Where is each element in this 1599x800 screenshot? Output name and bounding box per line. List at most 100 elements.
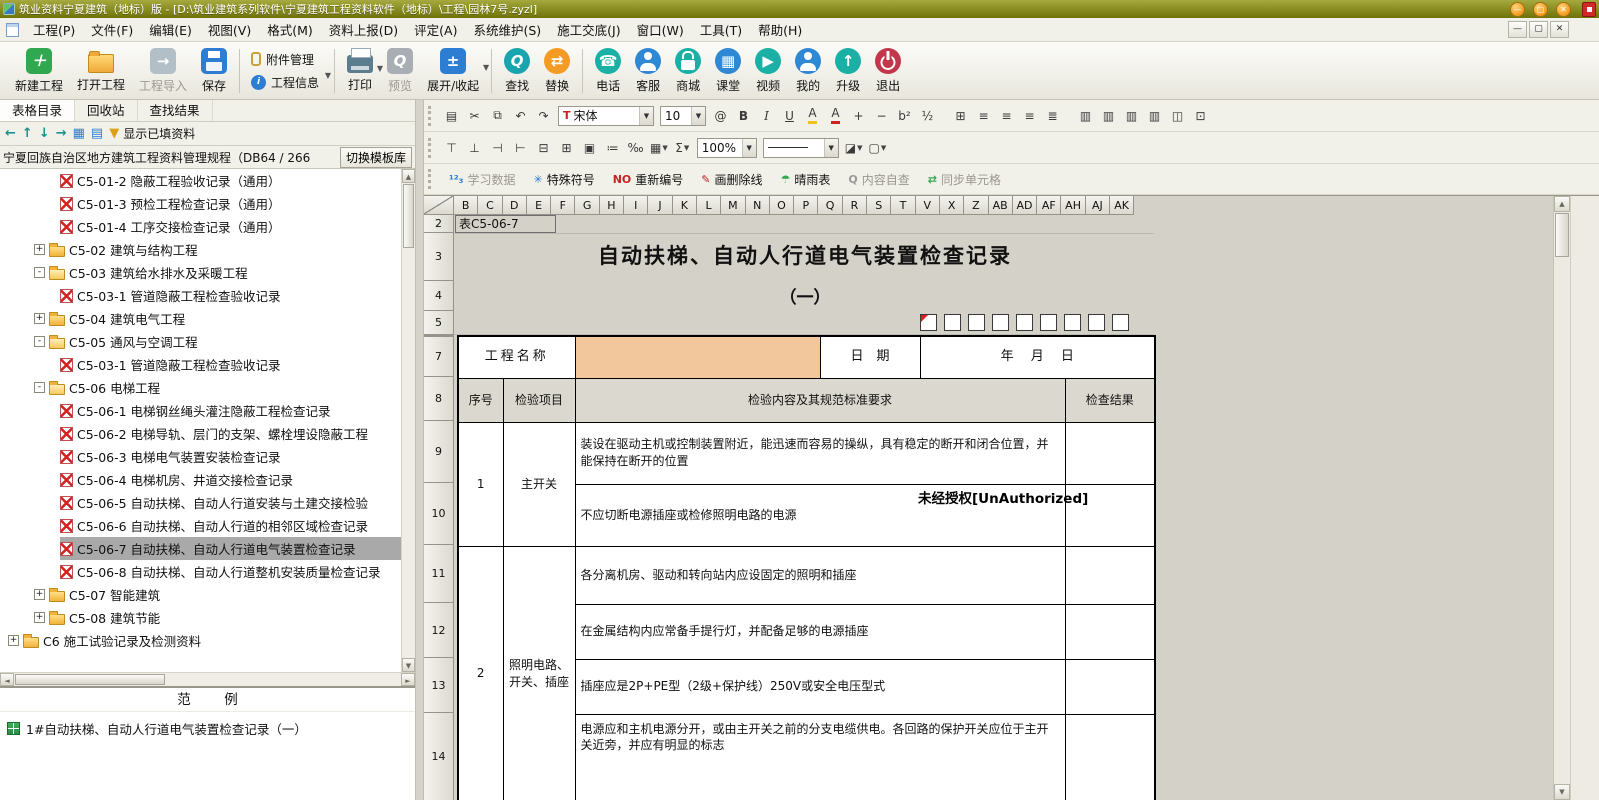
row-header[interactable]: 2 [424, 215, 454, 233]
shape-tool-icon[interactable]: ▢▼ [866, 137, 888, 158]
scrollbar-thumb[interactable] [1555, 213, 1569, 257]
tab-recycle-bin[interactable]: 回收站 [75, 100, 138, 121]
toolbar-grip[interactable] [428, 106, 433, 126]
dropdown-arrow-icon[interactable]: ▼ [639, 107, 653, 125]
scroll-up-icon[interactable]: ▲ [1554, 196, 1570, 212]
preview-button[interactable]: Q 预览 [380, 46, 420, 96]
project-name-label[interactable]: 工程名称 [458, 336, 575, 378]
menu-item[interactable]: 编辑(E) [141, 18, 200, 41]
align-justify-icon[interactable]: ≣ [1042, 105, 1063, 126]
superscript-icon[interactable]: b² [894, 105, 915, 126]
weather-chart-button[interactable]: ☂ 晴雨表 [773, 171, 839, 188]
dropdown-arrow-icon[interactable]: ▼ [691, 107, 705, 125]
maximize-button[interactable]: ▢ [1533, 2, 1548, 17]
menu-item[interactable]: 资料上报(D) [321, 18, 406, 41]
filter-filled-button[interactable]: ▼ 显示已填资料 [109, 125, 195, 142]
column-header[interactable]: H [600, 196, 624, 215]
font-color-icon[interactable]: A [825, 105, 846, 126]
column-header[interactable]: AD [1013, 196, 1037, 215]
menu-item[interactable]: 工程(P) [25, 18, 83, 41]
mdi-minimize-button[interactable]: — [1508, 21, 1527, 38]
column-header[interactable]: B [454, 196, 478, 215]
diagonal-line-icon[interactable]: ◪▼ [843, 137, 865, 158]
insert-row-below-icon[interactable]: ⊥ [464, 137, 485, 158]
attachment-manager-button[interactable]: 附件管理 [251, 51, 319, 68]
menu-item[interactable]: 格式(M) [259, 18, 321, 41]
header-no[interactable]: 序号 [458, 378, 503, 422]
group-item-cell[interactable]: 照明电路、开关、插座 [503, 546, 575, 800]
result-cell[interactable] [1065, 546, 1155, 604]
content-cell[interactable]: 装设在驱动主机或控制装置附近，能迅速而容易的操纵，具有稳定的断开和闭合位置，并能… [575, 422, 1065, 484]
column-header[interactable]: F [551, 196, 575, 215]
upgrade-button[interactable]: ↑ 升级 [828, 46, 868, 96]
phone-button[interactable]: ☎ 电话 [588, 46, 628, 96]
scroll-left-icon[interactable]: ◄ [0, 673, 14, 686]
mdi-restore-button[interactable]: ▢ [1529, 21, 1548, 38]
exit-button[interactable]: 退出 [868, 46, 908, 96]
split-window-icon[interactable]: ◫ [1167, 105, 1188, 126]
dropdown-arrow-icon[interactable]: ▼ [824, 139, 838, 157]
menu-item[interactable]: 视图(V) [200, 18, 259, 41]
row-height-icon[interactable]: ▥ [1098, 105, 1119, 126]
align-right-icon[interactable]: ≡ [1019, 105, 1040, 126]
header-content[interactable]: 检验内容及其规范标准要求 [575, 378, 1065, 422]
result-cell[interactable] [1065, 604, 1155, 659]
checkbox[interactable] [1088, 314, 1105, 331]
scrollbar-thumb[interactable] [403, 184, 414, 248]
expand-collapse-button[interactable]: ± 展开/收起 ▼ [420, 46, 486, 96]
checkbox[interactable] [920, 314, 937, 331]
column-header[interactable]: AB [989, 196, 1013, 215]
group-no-cell[interactable]: 1 [458, 422, 503, 546]
column-header[interactable]: N [746, 196, 770, 215]
fill-color-icon[interactable]: A [802, 105, 823, 126]
result-cell[interactable] [1065, 659, 1155, 714]
undo-icon[interactable]: ↶ [510, 105, 531, 126]
column-header[interactable]: AF [1037, 196, 1061, 215]
tree-horizontal-scrollbar[interactable]: ◄ ► [0, 672, 415, 686]
content-cell[interactable]: 在金属结构内应常备手提行灯，并配备足够的电源插座 [575, 604, 1065, 659]
video-button[interactable]: ▶ 视频 [748, 46, 788, 96]
row-header[interactable]: 11 [424, 545, 454, 603]
menu-item[interactable]: 窗口(W) [629, 18, 692, 41]
result-cell[interactable] [1065, 422, 1155, 484]
row-header[interactable]: 5 [424, 311, 454, 335]
column-header[interactable]: Q [818, 196, 842, 215]
column-header[interactable]: P [794, 196, 818, 215]
special-symbols-button[interactable]: ✳ 特殊符号 [525, 171, 602, 188]
delete-row-icon[interactable]: ⊟ [533, 137, 554, 158]
zoom-select[interactable]: 100% ▼ [697, 138, 757, 158]
column-header[interactable]: D [503, 196, 527, 215]
menu-item[interactable]: 文件(F) [83, 18, 141, 41]
line-style-select[interactable]: ▼ [763, 138, 839, 158]
toolbar-grip[interactable] [428, 169, 433, 189]
toolbar-grip[interactable] [428, 138, 433, 158]
checkbox[interactable] [1040, 314, 1057, 331]
row-header[interactable]: 3 [424, 233, 454, 281]
menu-item[interactable]: 工具(T) [692, 18, 750, 41]
date-value-cell[interactable]: 年 月 日 [920, 336, 1155, 378]
line-spacing-icon[interactable]: ≔ [602, 137, 623, 158]
import-project-button[interactable]: → 工程导入 [132, 46, 194, 96]
column-header[interactable]: AK [1110, 196, 1134, 215]
profile-button[interactable]: 我的 [788, 46, 828, 96]
report-grid-icon[interactable]: ▦ [73, 126, 85, 141]
draw-strikethrough-button[interactable]: ✎ 画删除线 [693, 171, 770, 188]
print-button[interactable]: 打印 ▼ [340, 47, 380, 95]
column-header[interactable]: C [478, 196, 502, 215]
column-header[interactable]: T [891, 196, 915, 215]
scale-icon[interactable]: ‰ [625, 137, 646, 158]
insert-cells-icon[interactable]: ⊞ [556, 137, 577, 158]
checkbox[interactable] [1064, 314, 1081, 331]
example-item[interactable]: 1#自动扶梯、自动人行道电气装置检查记录（一） [0, 712, 415, 745]
content-cell[interactable]: 电源应和主机电源分开，或由主开关之前的分支电缆供电。各回路的保护开关应位于主开关… [575, 714, 1065, 800]
row-header[interactable]: 4 [424, 281, 454, 311]
distribute-cols-icon[interactable]: ▥ [1121, 105, 1142, 126]
minimize-button[interactable]: — [1510, 2, 1525, 17]
column-header[interactable]: X [940, 196, 964, 215]
row-header[interactable]: 10 [424, 483, 454, 545]
column-width-icon[interactable]: ▥ [1075, 105, 1096, 126]
menu-item[interactable]: 评定(A) [406, 18, 465, 41]
lock-cell-icon[interactable]: ▣ [579, 137, 600, 158]
panel-splitter[interactable] [415, 100, 424, 800]
insert-row-above-icon[interactable]: ⊤ [441, 137, 462, 158]
